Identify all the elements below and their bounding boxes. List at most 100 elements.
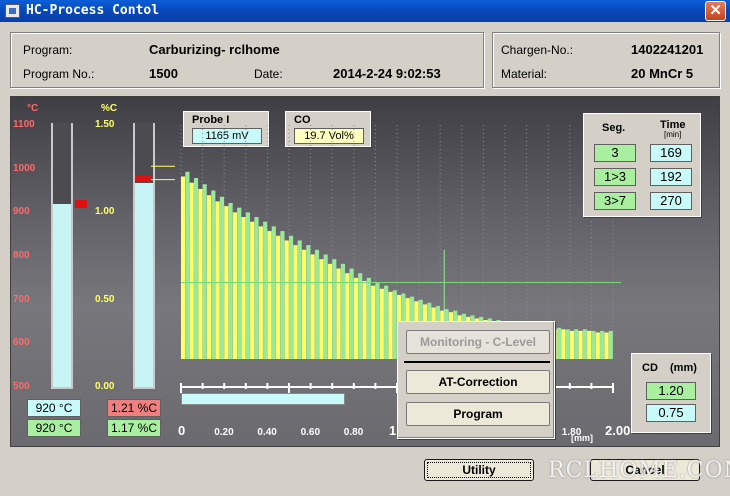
profile-bar-target [323,254,328,359]
profile-bar-actual [578,330,583,359]
seg-header: Seg. [602,122,626,134]
profile-bar-target [556,327,561,359]
depth-tick-label: 0.80 [344,427,364,438]
monitoring-c-level-button[interactable]: Monitoring - C-Level [406,330,550,354]
material-label: Material: [501,67,548,81]
profile-bar-actual [293,245,298,359]
profile-bar-actual [284,240,289,359]
profile-bar-target [211,190,216,359]
time-cell-1: 169 [650,144,692,162]
profile-bar-actual [310,254,315,359]
program-no-label: Program No.: [23,67,95,81]
seg-cell-2: 1>3 [594,168,636,186]
close-button[interactable]: ✕ [705,1,726,21]
program-value: Carburizing- rclhome [149,42,280,57]
title-bar: HC-Process Contol ✕ [0,0,730,22]
date-label: Date: [254,67,283,81]
cd-setpoint: 1.20 [646,382,696,400]
profile-bar-target [185,171,190,359]
profile-bar-actual [258,226,263,359]
profile-bar-target [219,196,225,359]
profile-bar-actual [362,281,367,359]
profile-bar-actual [198,188,203,359]
profile-bar-target [254,217,259,359]
depth-tick-label: 2.00 [605,423,630,438]
seg-cell-3: 3>7 [594,192,636,210]
profile-bar-actual [301,249,307,359]
profile-bar-actual [587,330,592,359]
profile-bar-actual [250,221,255,359]
depth-unit: [mm] [571,433,593,443]
profile-bar-target [332,259,337,359]
profile-bar-target [358,273,363,359]
depth-progress-bar [181,393,346,405]
segment-panel: Seg. Time [min] 3 169 1>3 192 3>7 270 [583,113,701,217]
profile-bar-actual [241,217,246,359]
chargen-value: 1402241201 [631,42,704,57]
profile-bar-actual [604,332,609,359]
profile-bar-target [608,330,613,359]
profile-bar-target [314,249,320,359]
date-value: 2014-2-24 9:02:53 [333,66,441,81]
context-menu: Monitoring - C-Level AT-Correction Progr… [397,321,555,439]
program-info-panel: Program: Carburizing- rclhome Program No… [10,32,484,88]
cd-actual: 0.75 [646,404,696,422]
seg-cell-1: 3 [594,144,636,162]
menu-divider [404,361,550,363]
chargen-label: Chargen-No.: [501,43,574,57]
depth-tick-label: 0.60 [301,427,321,438]
depth-tick-label: 0.40 [257,427,277,438]
close-icon: ✕ [709,2,722,19]
app-icon [5,4,20,18]
watermark: RCLHOME.COM [548,458,730,483]
cd-label: CD [642,362,658,374]
profile-bar-actual [345,273,350,359]
profile-bar-target [289,235,294,359]
profile-bar-target [228,203,233,359]
profile-bar-target [297,240,302,359]
time-cell-3: 270 [650,192,692,210]
profile-bar-target [384,285,389,359]
program-no-value: 1500 [149,66,178,81]
depth-tick-label: 0 [178,423,185,438]
profile-bar-actual [267,231,272,359]
profile-bar-target [582,329,587,359]
time-cell-2: 192 [650,168,692,186]
profile-bar-target [591,330,596,359]
cd-unit: (mm) [670,362,697,374]
profile-bar-actual [379,288,384,359]
profile-bar-target [600,330,605,359]
profile-bar-actual [206,195,212,359]
profile-bar-target [263,221,268,359]
time-unit: [min] [664,130,682,139]
profile-bar-target [375,282,380,359]
profile-bar-target [565,329,570,359]
profile-bar-actual [353,277,358,359]
program-label: Program: [23,43,73,57]
profile-bar-actual [371,285,376,359]
profile-bar-target [574,329,579,359]
profile-bar-target [366,277,371,359]
profile-bar-actual [232,212,237,359]
process-display: °C 1100 1000 900 800 700 600 500 %C 1.50 1.00 0.… [10,96,720,447]
profile-bar-target [245,212,250,359]
profile-bar-actual [561,329,566,359]
profile-bar-actual [595,332,600,359]
at-correction-button[interactable]: AT-Correction [406,370,550,394]
profile-bar-actual [215,201,220,359]
material-value: 20 MnCr 5 [631,66,694,81]
profile-bar-target [306,245,311,359]
profile-bar-actual [388,291,393,359]
profile-bar-target [271,226,276,359]
profile-bar-target [340,263,345,359]
profile-bar-actual [327,263,333,359]
profile-bar-actual [189,182,194,359]
program-button[interactable]: Program [406,402,550,426]
profile-bar-actual [181,176,186,359]
profile-bar-actual [319,259,324,359]
profile-bar-actual [276,235,281,359]
window-title: HC-Process Contol [26,3,160,18]
depth-tick-label: 0.20 [214,427,234,438]
profile-bar-target [202,184,207,359]
utility-button[interactable]: Utility [424,459,534,481]
